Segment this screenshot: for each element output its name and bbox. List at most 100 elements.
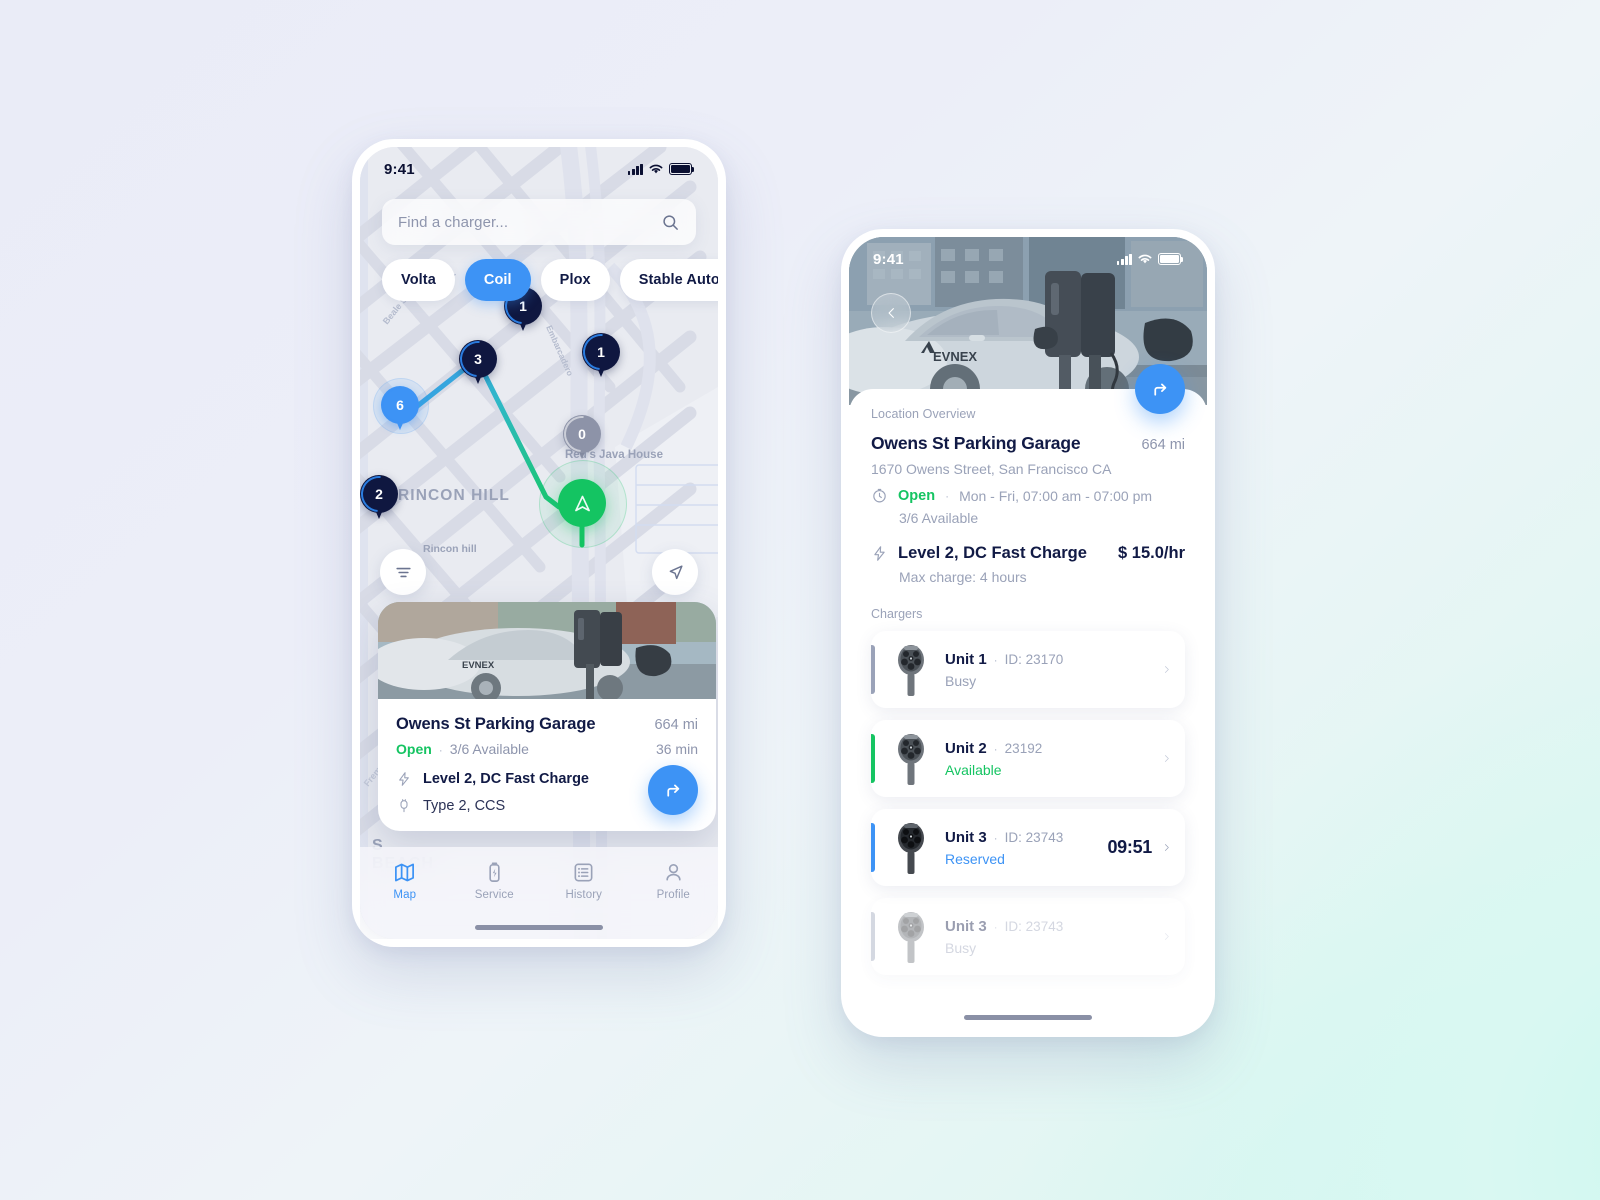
plug-icon — [400, 799, 408, 813]
tab-service[interactable]: Service — [450, 861, 540, 901]
status-strip — [871, 823, 875, 872]
map-icon — [395, 863, 415, 882]
spec-charge-level-text: Level 2, DC Fast Charge — [423, 771, 589, 787]
place-name: Owens St Parking Garage — [396, 715, 596, 733]
place-photo: EVNEX — [378, 602, 716, 699]
directions-arrow-icon — [1153, 383, 1166, 396]
battery-icon — [669, 163, 695, 175]
status-bar-time: 9:41 — [873, 250, 904, 268]
map-pin-cluster-0[interactable]: 0 — [556, 408, 608, 461]
charge-type-text: Level 2, DC Fast Charge — [898, 544, 1087, 562]
phone-detail-screen: EVNEX 9:41 Location Overview Owens St Pa… — [841, 229, 1215, 1037]
search-input[interactable] — [398, 213, 661, 231]
chevron-right-icon — [1165, 844, 1169, 851]
section-label-chargers: Chargers — [871, 607, 923, 621]
availability-text: 3/6 Available — [449, 741, 529, 757]
person-icon — [666, 864, 681, 881]
unit-status: Available — [945, 761, 1002, 778]
type2-connector-icon — [898, 733, 924, 785]
spec-connector-text: Type 2, CCS — [423, 798, 506, 814]
charge-price-row: Level 2, DC Fast Charge $ 15.0/hr — [871, 544, 1185, 563]
charger-list-item[interactable]: Unit 3 · ID: 23743 Busy — [871, 898, 1185, 975]
meta-separator: · — [993, 652, 998, 667]
meta-separator: · — [993, 741, 998, 756]
status-strip — [871, 912, 875, 961]
battery-charge-icon — [489, 862, 500, 882]
unit-id: ID: 23743 — [1004, 918, 1064, 934]
meta-separator: · — [945, 488, 950, 503]
type2-connector-icon — [898, 644, 924, 696]
filter-chip-volta[interactable]: Volta — [382, 259, 455, 301]
lightning-bolt-icon — [399, 772, 409, 786]
map-pin-cluster-1b[interactable]: 1 — [575, 326, 627, 379]
wifi-icon — [649, 164, 663, 174]
map-pin-cluster-3[interactable]: 3 — [452, 333, 504, 386]
tab-history[interactable]: History — [539, 861, 629, 901]
navigation-arrow-icon — [669, 564, 683, 579]
opening-hours: Mon - Fri, 07:00 am - 07:00 pm — [959, 487, 1153, 504]
tab-profile[interactable]: Profile — [629, 861, 719, 901]
unit-name: Unit 3 — [945, 828, 987, 846]
location-distance: 664 mi — [1141, 437, 1185, 453]
bottom-tab-bar[interactable]: Map Service History Profile — [360, 847, 718, 939]
charger-list-item[interactable]: Unit 1 · ID: 23170 Busy — [871, 631, 1185, 708]
unit-status: Reserved — [945, 850, 1005, 867]
unit-status: Busy — [945, 939, 977, 956]
map-pin-cluster-2[interactable]: 2 — [360, 468, 405, 521]
charger-list-item[interactable]: Unit 3 · ID: 23743 Reserved 09:51 — [871, 809, 1185, 886]
home-indicator — [964, 1015, 1092, 1020]
directions-button[interactable] — [1135, 364, 1185, 414]
status-bar-time: 9:41 — [384, 160, 415, 178]
filter-chip-plox[interactable]: Plox — [540, 259, 610, 301]
wifi-icon — [1138, 254, 1152, 264]
charger-list: Unit 1 · ID: 23170 Busy Unit 2 · 23192 A… — [871, 631, 1185, 975]
filter-chip-stable-auto[interactable]: Stable Auto — [619, 259, 718, 301]
locate-button[interactable] — [652, 549, 698, 595]
clock-icon — [873, 488, 886, 503]
unit-name: Unit 2 — [945, 739, 987, 757]
map-pin-count: 0 — [563, 415, 601, 453]
chevron-right-icon — [1165, 666, 1169, 673]
unit-id: 23192 — [1004, 740, 1043, 756]
search-icon[interactable] — [661, 213, 680, 232]
eta-text: 36 min — [655, 741, 698, 757]
place-distance: 664 mi — [654, 717, 698, 733]
status-strip — [871, 645, 875, 694]
filter-chip-row[interactable]: Volta Coil Plox Stable Auto F — [382, 259, 718, 301]
filter-chip-coil[interactable]: Coil — [464, 259, 531, 301]
unit-timer: 09:51 — [1107, 837, 1152, 857]
location-address: 1670 Owens Street, San Francisco CA — [871, 461, 1112, 477]
tab-profile-label: Profile — [656, 889, 690, 901]
status-bar: 9:41 — [849, 237, 1207, 281]
section-label-location-overview: Location Overview — [871, 407, 976, 421]
status-strip — [871, 734, 875, 783]
map-pin-count: 1 — [582, 333, 620, 371]
tab-map[interactable]: Map — [360, 861, 450, 901]
place-title-row: Owens St Parking Garage 664 mi — [396, 715, 698, 734]
meta-separator: · — [993, 919, 998, 934]
location-title-row: Owens St Parking Garage 664 mi — [871, 433, 1185, 454]
directions-arrow-icon — [666, 784, 679, 797]
availability-text: 3/6 Available — [899, 510, 979, 526]
destination-marker[interactable] — [539, 460, 627, 548]
phone-map-screen: Beale St Main St Embarcadero Fremont Red… — [352, 139, 726, 947]
meta-separator: · — [438, 743, 443, 757]
chevron-right-icon — [1165, 755, 1169, 762]
type2-connector-icon — [898, 911, 924, 963]
charger-list-item[interactable]: Unit 2 · 23192 Available — [871, 720, 1185, 797]
filter-button[interactable] — [380, 549, 426, 595]
tab-history-label: History — [565, 889, 602, 901]
search-bar[interactable] — [382, 199, 696, 245]
home-indicator — [475, 925, 603, 930]
place-card[interactable]: EVNEX Owens St Parking Garage 664 mi Ope… — [378, 602, 716, 831]
map-pin-count: 3 — [459, 340, 497, 378]
location-detail-sheet: Location Overview Owens St Parking Garag… — [849, 364, 1207, 1029]
directions-button[interactable] — [648, 765, 698, 815]
back-button[interactable] — [871, 293, 911, 333]
tab-map-label: Map — [393, 889, 417, 901]
meta-separator: · — [993, 830, 998, 845]
map-pin-cluster-6[interactable]: 6 — [373, 378, 429, 434]
place-card-body: Owens St Parking Garage 664 mi Open · 3/… — [378, 699, 716, 831]
chevron-left-icon — [888, 308, 894, 318]
ev-charging-photo: EVNEX — [378, 602, 716, 699]
